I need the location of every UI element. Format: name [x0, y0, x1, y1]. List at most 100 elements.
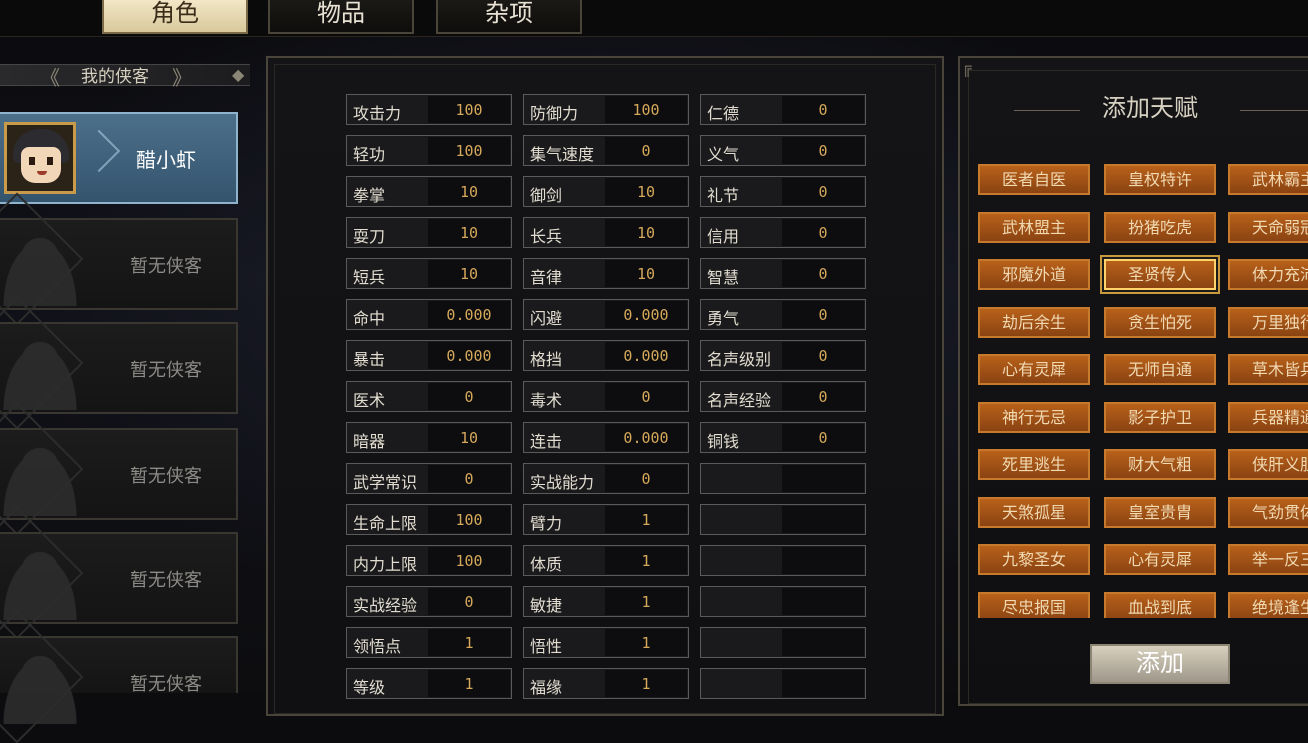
stat-value: 0.000	[446, 306, 492, 324]
stat-label: 命中	[353, 309, 386, 328]
hero-name: 醋小虾	[136, 148, 196, 172]
roster-header: 《 我的侠客 》 ◆	[0, 58, 256, 91]
stat-label: 防御力	[530, 104, 579, 123]
stat-label: 名声级别	[707, 350, 772, 369]
tab-character[interactable]: 角色	[102, 0, 248, 34]
talent-button[interactable]: 皇室贵胄	[1104, 496, 1216, 528]
stat-label: 内力上限	[353, 555, 418, 574]
add-talent-button[interactable]: 添加	[1090, 644, 1230, 684]
stat-label: 义气	[707, 145, 740, 164]
stat-label: 攻击力	[353, 104, 402, 123]
talent-button[interactable]: 财大气粗	[1104, 449, 1216, 480]
talent-panel-title: 添加天赋	[1102, 94, 1198, 122]
talent-button[interactable]: 血战到底	[1104, 591, 1216, 618]
hero-slot-empty[interactable]: 暂无侠客	[0, 296, 238, 430]
stat-cell: 拳掌 10	[346, 176, 512, 207]
stat-cell: 铜钱 0	[700, 422, 866, 453]
talent-button[interactable]: 皇权特许	[1104, 164, 1216, 195]
stat-cell: 臂力 1	[523, 504, 689, 535]
talent-button[interactable]: 举一反三	[1228, 544, 1308, 575]
stat-label: 臂力	[530, 514, 563, 533]
talent-button[interactable]: 气劲贯体	[1228, 496, 1308, 528]
talent-button[interactable]: 天煞孤星	[978, 496, 1090, 528]
talent-button[interactable]: 武林盟主	[978, 211, 1090, 243]
stat-cell: 悟性 1	[523, 627, 689, 658]
title-divider-right	[1240, 110, 1308, 111]
stat-label: 御剑	[530, 186, 563, 205]
stat-value: 100	[455, 511, 483, 529]
talent-button[interactable]: 医者自医	[978, 164, 1090, 195]
stat-cell: 内力上限 100	[346, 545, 512, 576]
stat-value: 0	[818, 306, 828, 324]
stat-cell: 轻功 100	[346, 135, 512, 166]
stat-value: 0.000	[446, 347, 492, 365]
talent-button[interactable]: 扮猪吃虎	[1104, 211, 1216, 243]
roster-title: 我的侠客	[81, 67, 149, 87]
stat-cell: 医术 0	[346, 381, 512, 412]
talent-button[interactable]: 贪生怕死	[1104, 306, 1216, 338]
talent-button[interactable]: 圣贤传人	[1104, 259, 1216, 290]
talent-button[interactable]: 兵器精通	[1228, 401, 1308, 433]
stat-value: 1	[464, 675, 474, 693]
stat-value: 10	[459, 429, 479, 447]
stat-cell: 名声级别 0	[700, 340, 866, 371]
talent-button[interactable]: 侠肝义胆	[1228, 449, 1308, 480]
stat-value: 1	[641, 511, 651, 529]
stat-label: 勇气	[707, 309, 740, 328]
stat-label: 仁德	[707, 104, 740, 123]
hero-slot-empty[interactable]: 暂无侠客	[0, 192, 238, 326]
stat-cell: 信用 0	[700, 217, 866, 248]
talent-button[interactable]: 神行无忌	[978, 401, 1090, 433]
talent-list[interactable]: 医者自医皇权特许武林霸主武林盟主扮猪吃虎天命弱冠邪魔外道圣贤传人体力充沛劫后余生…	[970, 160, 1308, 618]
talent-button[interactable]: 心有灵犀	[978, 354, 1090, 385]
stat-value: 0	[818, 101, 828, 119]
stat-value-box	[782, 465, 864, 492]
tab-misc[interactable]: 杂项	[436, 0, 582, 34]
talent-button[interactable]: 草木皆兵	[1228, 354, 1308, 385]
stat-value: 0	[818, 429, 828, 447]
stat-label: 实战能力	[530, 473, 595, 492]
talent-button[interactable]: 绝境逢生	[1228, 591, 1308, 618]
hero-slot-empty[interactable]: 暂无侠客	[0, 402, 238, 536]
talent-button[interactable]: 尽忠报国	[978, 591, 1090, 618]
stat-value: 0.000	[623, 306, 669, 324]
talent-button[interactable]: 邪魔外道	[978, 259, 1090, 290]
stat-value-box	[782, 629, 864, 656]
talent-button[interactable]: 九黎圣女	[978, 544, 1090, 575]
talent-button[interactable]: 心有灵犀	[1104, 544, 1216, 575]
stat-value: 10	[636, 265, 656, 283]
stat-label: 闪避	[530, 309, 563, 328]
stat-value-box	[782, 506, 864, 533]
talent-button[interactable]: 武林霸主	[1228, 164, 1308, 195]
talent-button[interactable]: 影子护卫	[1104, 401, 1216, 433]
stat-cell: 敏捷 1	[523, 586, 689, 617]
stat-value: 1	[641, 675, 651, 693]
stat-value: 0.000	[623, 429, 669, 447]
stat-label: 等级	[353, 678, 386, 697]
hero-slot-empty[interactable]: 暂无侠客	[0, 506, 238, 640]
stat-cell: 短兵 10	[346, 258, 512, 289]
stat-value: 1	[641, 552, 651, 570]
tab-items[interactable]: 物品	[268, 0, 414, 34]
talent-button[interactable]: 无师自通	[1104, 354, 1216, 385]
stat-value: 0	[641, 470, 651, 488]
silhouette-icon	[0, 644, 86, 724]
chevron-right-icon[interactable]: 》	[172, 62, 192, 91]
diamond-ornament-icon: ◆	[232, 65, 245, 84]
stat-cell: 等级 1	[346, 668, 512, 699]
talent-button[interactable]: 天命弱冠	[1228, 211, 1308, 243]
hero-slot-selected[interactable]: 醋小虾	[0, 112, 238, 204]
stat-cell: 勇气 0	[700, 299, 866, 330]
stat-label: 长兵	[530, 227, 563, 246]
talent-button[interactable]: 劫后余生	[978, 306, 1090, 338]
stat-label: 福缘	[530, 678, 563, 697]
stat-value: 0.000	[623, 347, 669, 365]
talent-button[interactable]: 万里独行	[1228, 306, 1308, 338]
stat-label: 体质	[530, 555, 563, 574]
hero-slot-empty[interactable]: 暂无侠客	[0, 610, 238, 743]
hero-avatar	[4, 122, 76, 194]
talent-button[interactable]: 体力充沛	[1228, 259, 1308, 290]
stat-cell: 生命上限 100	[346, 504, 512, 535]
stat-cell: 暗器 10	[346, 422, 512, 453]
talent-button[interactable]: 死里逃生	[978, 449, 1090, 480]
